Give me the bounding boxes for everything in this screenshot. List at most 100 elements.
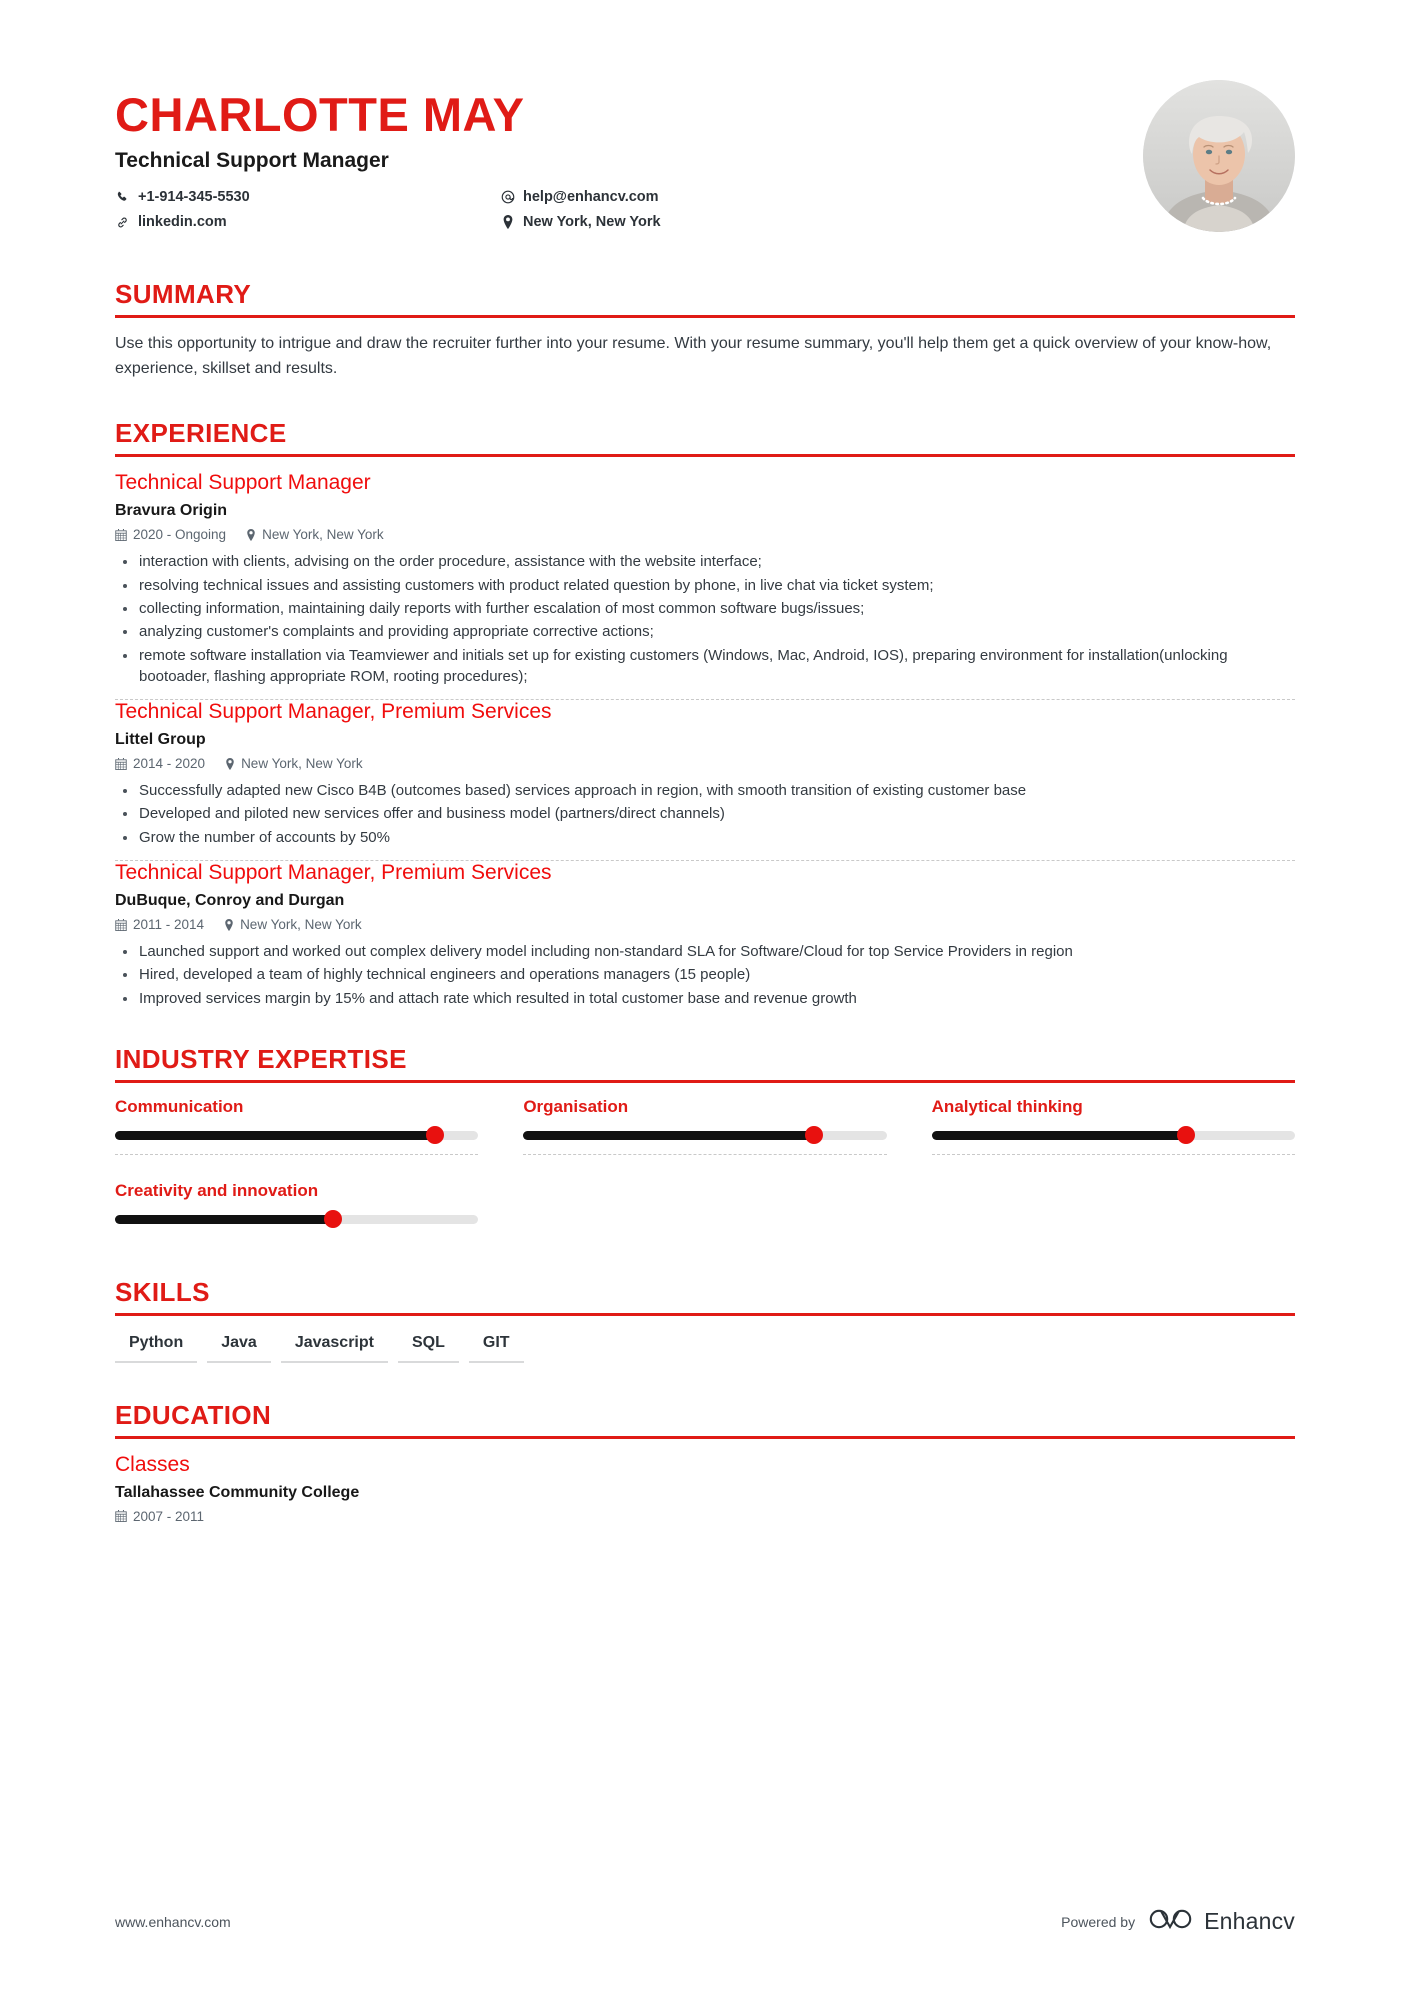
slider-knob[interactable] [1176,1126,1195,1145]
job-meta: 2011 - 2014 New York, New York [115,917,1295,932]
location-icon [500,215,515,230]
expertise-item: Organisation [523,1097,887,1181]
contact-phone[interactable]: +1-914-345-5530 [115,189,500,205]
job-bullet: Launched support and worked out complex … [115,941,1295,962]
slider-knob[interactable] [425,1126,444,1145]
resume-header: CHARLOTTE MAY Technical Support Manager … [115,80,1295,232]
experience-entry: Technical Support Manager, Premium Servi… [115,861,1295,1021]
expertise-grid: Communication Organisation Analytical th… [115,1097,1295,1248]
education-meta: 2007 - 2011 [115,1509,1295,1524]
job-dates: 2020 - Ongoing [115,527,226,542]
slider-fill [931,1130,1186,1140]
calendar-icon [115,918,127,931]
expertise-separator [931,1153,1295,1155]
contact-linkedin[interactable]: linkedin.com [115,214,500,230]
job-bullet: Grow the number of accounts by 50% [115,827,1295,848]
slider-fill [523,1130,814,1140]
job-dates-value: 2014 - 2020 [133,756,206,772]
job-bullet: Hired, developed a team of highly techni… [115,964,1295,985]
job-company: Bravura Origin [115,502,228,520]
skill-chip: Javascript [280,1330,388,1363]
expertise-separator [523,1153,887,1155]
job-company: Littel Group [115,731,206,749]
job-company: DuBuque, Conroy and Durgan [115,892,345,910]
job-bullets: Successfully adapted new Cisco B4B (outc… [115,780,1295,848]
job-bullet: Successfully adapted new Cisco B4B (outc… [115,780,1295,801]
expertise-slider[interactable] [523,1126,887,1145]
experience-entry: Technical Support Manager Bravura Origin… [115,471,1295,699]
footer-brand-area: Powered by Enhancv [1061,1906,1295,1937]
job-bullets: Launched support and worked out complex … [115,941,1295,1009]
section-education: EDUCATION Classes Tallahassee Community … [115,1400,1295,1524]
calendar-icon [115,1510,127,1523]
expertise-slider[interactable] [115,1210,479,1229]
expertise-item: Analytical thinking [931,1096,1295,1181]
location-icon [224,918,234,931]
slider-knob[interactable] [804,1126,823,1145]
section-expertise: INDUSTRY EXPERTISE Communication Organis… [115,1044,1295,1248]
contact-linkedin-value: linkedin.com [138,214,227,231]
header-job-title: Technical Support Manager [115,149,389,173]
calendar-icon [115,528,127,541]
education-dates-value: 2007 - 2011 [133,1508,205,1524]
job-location-value: New York, New York [240,917,362,933]
expertise-item: Creativity and innovation [115,1181,479,1248]
section-summary-title: SUMMARY [115,279,252,309]
job-bullet: analyzing customer's complaints and prov… [115,621,1295,642]
job-meta: 2020 - Ongoing New York, New York [115,527,1295,542]
job-bullet: interaction with clients, advising on th… [115,551,1295,572]
job-role: Technical Support Manager, Premium Servi… [115,861,552,885]
job-dates: 2011 - 2014 [115,917,204,932]
calendar-icon [115,757,127,770]
job-bullet: remote software installation via Teamvie… [115,645,1295,688]
section-divider [115,1435,1295,1439]
email-icon [500,190,515,204]
expertise-slider[interactable] [931,1126,1295,1145]
summary-text: Use this opportunity to intrigue and dra… [115,334,1272,377]
education-dates: 2007 - 2011 [115,1509,204,1524]
avatar [1143,80,1295,232]
contact-list: +1-914-345-5530 help@enhancv.com linkedi… [115,189,661,230]
job-role: Technical Support Manager, Premium Servi… [115,700,552,724]
location-icon [246,528,256,541]
skill-chip: Python [115,1330,198,1363]
contact-email-value: help@enhancv.com [523,189,659,206]
header-left: CHARLOTTE MAY Technical Support Manager … [115,80,661,231]
contact-email[interactable]: help@enhancv.com [500,189,661,205]
slider-knob[interactable] [323,1210,342,1229]
job-bullets: interaction with clients, advising on th… [115,551,1295,687]
section-divider [115,314,1295,318]
section-summary: SUMMARY Use this opportunity to intrigue… [115,279,1295,381]
brand: Enhancv [1149,1906,1295,1937]
job-bullet: resolving technical issues and assisting… [115,575,1295,596]
job-location-value: New York, New York [241,756,363,772]
section-skills: SKILLS Python Java Javascript SQL GIT [115,1276,1295,1363]
skill-chip: Java [207,1330,271,1363]
contact-location[interactable]: New York, New York [500,214,661,230]
expertise-label: Communication [115,1096,244,1116]
expertise-slider[interactable] [115,1126,479,1145]
job-location: New York, New York [224,917,362,932]
location-icon [225,757,235,770]
skill-chip: SQL [397,1330,459,1363]
job-bullet: Improved services margin by 15% and atta… [115,988,1295,1009]
section-experience: EXPERIENCE Technical Support Manager Bra… [115,419,1295,1020]
contact-phone-value: +1-914-345-5530 [138,189,250,206]
contact-location-value: New York, New York [523,214,661,231]
job-location: New York, New York [225,756,363,771]
enhancv-logo-icon [1149,1906,1195,1937]
job-dates-value: 2020 - Ongoing [133,527,227,543]
expertise-item: Communication [115,1096,479,1181]
expertise-label: Analytical thinking [931,1096,1083,1116]
footer-url[interactable]: www.enhancv.com [115,1914,231,1930]
section-skills-title: SKILLS [115,1276,210,1307]
education-degree: Classes [115,1452,190,1476]
job-dates: 2014 - 2020 [115,756,205,771]
job-role: Technical Support Manager [115,471,371,495]
job-location: New York, New York [246,527,384,542]
skills-list: Python Java Javascript SQL GIT [115,1330,1295,1363]
skill-chip: GIT [468,1330,524,1363]
section-experience-title: EXPERIENCE [115,418,287,449]
slider-fill [115,1214,333,1224]
job-bullet: Developed and piloted new services offer… [115,803,1295,824]
